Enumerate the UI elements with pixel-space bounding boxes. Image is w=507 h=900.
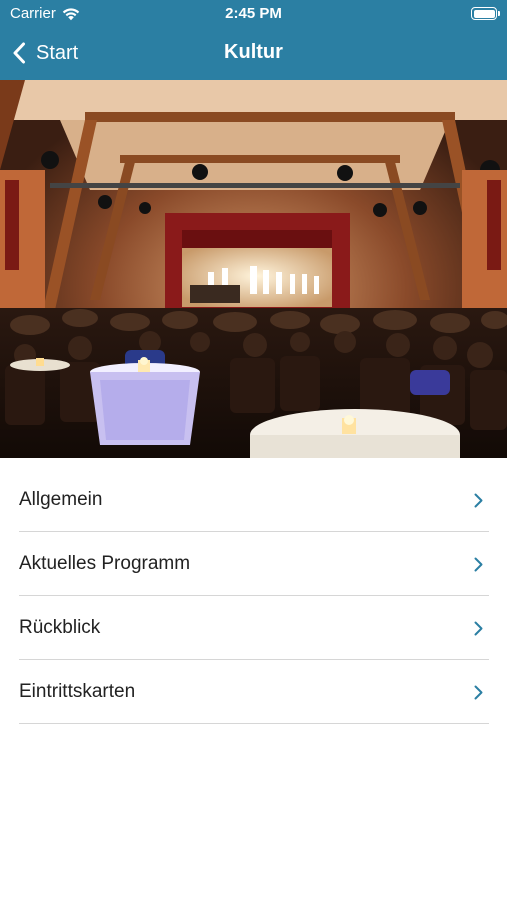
- list-item-allgemein[interactable]: Allgemein: [19, 468, 489, 532]
- list-item-label: Aktuelles Programm: [19, 553, 191, 574]
- chevron-right-icon: [474, 621, 483, 636]
- list-item-label: Rückblick: [19, 617, 101, 638]
- chevron-right-icon: [474, 685, 483, 700]
- hero-image: [0, 80, 507, 458]
- chevron-right-icon: [474, 493, 483, 508]
- list-item-aktuelles-programm[interactable]: Aktuelles Programm: [19, 532, 489, 596]
- concert-hall-photo: [0, 80, 507, 458]
- chevron-right-icon: [474, 557, 483, 572]
- menu-list: Allgemein Aktuelles Programm Rückblick E…: [0, 468, 507, 724]
- list-item-label: Eintrittskarten: [19, 681, 136, 702]
- list-item-label: Allgemein: [19, 489, 103, 510]
- navigation-bar: Start Kultur: [0, 28, 507, 80]
- page-title: Kultur: [224, 41, 283, 63]
- battery-icon: [471, 7, 500, 20]
- app-header: Carrier 2:45 PM Start Kultur: [0, 0, 507, 80]
- battery-level: [473, 9, 495, 18]
- status-time: 2:45 PM: [225, 5, 282, 22]
- status-bar: Carrier 2:45 PM: [0, 0, 507, 28]
- list-item-rueckblick[interactable]: Rückblick: [19, 596, 489, 660]
- list-item-eintrittskarten[interactable]: Eintrittskarten: [19, 660, 489, 724]
